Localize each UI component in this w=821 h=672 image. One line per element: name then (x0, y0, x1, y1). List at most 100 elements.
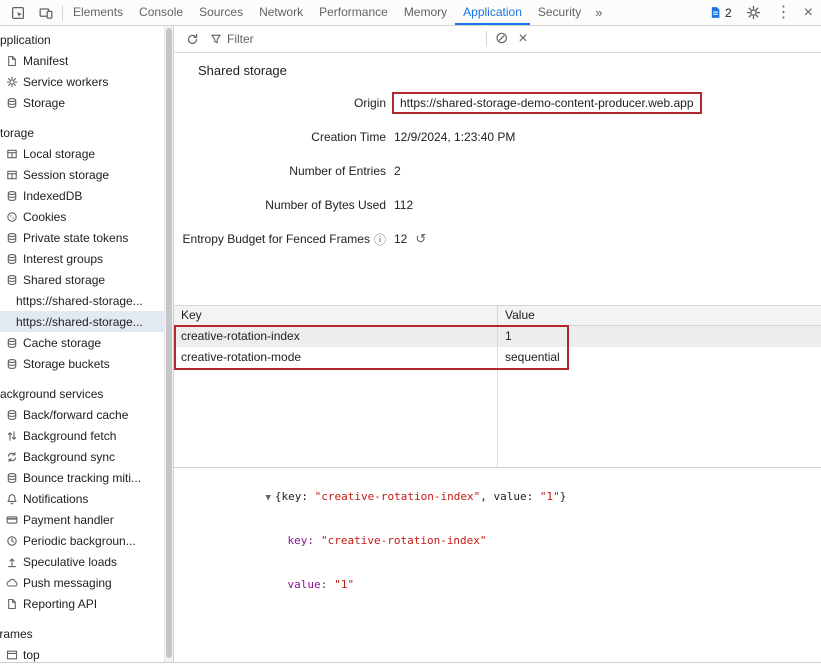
item-label: Manifest (23, 54, 68, 68)
content-toolbar: ⊘ × (174, 26, 821, 53)
filter-input[interactable] (227, 32, 478, 46)
refresh-icon (186, 33, 199, 46)
funnel-icon (210, 33, 222, 45)
tab-memory[interactable]: Memory (396, 0, 455, 25)
field-row-origin: Origin https://shared-storage-demo-conte… (174, 86, 821, 120)
sidebar-item-shared-storage-origin-2[interactable]: https://shared-storage... (0, 311, 164, 332)
device-toolbar-button[interactable] (36, 3, 56, 23)
scrollbar-thumb[interactable] (166, 28, 172, 658)
tab-elements[interactable]: Elements (65, 0, 131, 25)
sidebar-item-push-messaging[interactable]: Push messaging (0, 572, 164, 593)
column-header-value[interactable]: Value (498, 306, 821, 325)
sidebar-item-bounce-tracking-mitigations[interactable]: Bounce tracking miti... (0, 467, 164, 488)
sidebar-item-background-fetch[interactable]: Background fetch (0, 425, 164, 446)
sidebar-scrollbar[interactable] (164, 26, 173, 672)
tab-application[interactable]: Application (455, 0, 530, 25)
item-label: Shared storage (23, 273, 105, 287)
sidebar-item-storage-buckets[interactable]: Storage buckets (0, 353, 164, 374)
entry-preview-pane: ▼{key: "creative-rotation-index", value:… (174, 468, 821, 607)
sidebar-item-interest-groups[interactable]: Interest groups (0, 248, 164, 269)
cloud-icon (6, 577, 18, 589)
section-title-background-services: Background services (0, 384, 164, 404)
tab-network[interactable]: Network (251, 0, 311, 25)
sidebar-item-shared-storage-origin-1[interactable]: https://shared-storage... (0, 290, 164, 311)
item-label: Session storage (23, 168, 109, 182)
cell-key: creative-rotation-index (174, 326, 498, 347)
sidebar-item-service-workers[interactable]: Service workers (0, 71, 164, 92)
close-devtools-button[interactable]: × (804, 5, 813, 21)
tab-performance[interactable]: Performance (311, 0, 396, 25)
more-tabs-button[interactable]: » (589, 0, 608, 25)
filter-field (210, 32, 478, 46)
clear-all-button[interactable]: ⊘ (495, 31, 508, 47)
settings-button[interactable] (744, 3, 764, 23)
sidebar-item-background-sync[interactable]: Background sync (0, 446, 164, 467)
item-label: https://shared-storage... (16, 294, 143, 308)
inspect-element-button[interactable] (8, 3, 28, 23)
refresh-button[interactable] (182, 29, 202, 49)
messages-icon (709, 6, 722, 19)
sidebar-item-reporting-api[interactable]: Reporting API (0, 593, 164, 614)
console-messages-badge[interactable]: 2 (709, 6, 732, 20)
sidebar-item-payment-handler[interactable]: Payment handler (0, 509, 164, 530)
cell-key: creative-rotation-mode (174, 347, 498, 368)
updown-arrows-icon (6, 430, 18, 442)
document-icon (6, 55, 18, 67)
sidebar-item-shared-storage[interactable]: Shared storage (0, 269, 164, 290)
storage-items-table: Key Value creative-rotation-index 1 crea… (174, 305, 821, 468)
sidebar-item-storage[interactable]: Storage (0, 92, 164, 113)
database-icon (6, 97, 18, 109)
sidebar-item-indexeddb[interactable]: IndexedDB (0, 185, 164, 206)
item-label: Payment handler (23, 513, 114, 527)
item-label: Background sync (23, 450, 115, 464)
database-icon (6, 190, 18, 202)
gear-icon (746, 5, 761, 20)
sidebar-item-manifest[interactable]: Manifest (0, 50, 164, 71)
sidebar-item-back-forward-cache[interactable]: Back/forward cache (0, 404, 164, 425)
sidebar-item-notifications[interactable]: Notifications (0, 488, 164, 509)
sidebar-item-cookies[interactable]: Cookies (0, 206, 164, 227)
info-icon[interactable]: ⓘ (374, 231, 386, 248)
field-value-creation-time: 12/9/2024, 1:23:40 PM (394, 130, 515, 144)
preview-string: "creative-rotation-index" (315, 490, 481, 503)
expander-icon[interactable]: ▼ (265, 493, 270, 503)
table-row[interactable]: creative-rotation-mode sequential (174, 347, 821, 368)
table-row[interactable]: creative-rotation-index 1 (174, 326, 821, 347)
table-header-row: Key Value (174, 305, 821, 326)
tab-console[interactable]: Console (131, 0, 191, 25)
sidebar-item-cache-storage[interactable]: Cache storage (0, 332, 164, 353)
gear-icon (6, 76, 18, 88)
kebab-menu-button[interactable]: ⋮ (776, 5, 792, 21)
database-icon (6, 358, 18, 370)
item-label: Bounce tracking miti... (23, 471, 141, 485)
field-label: Entropy Budget for Fenced Frames (183, 232, 370, 246)
item-label: Storage buckets (23, 357, 110, 371)
sidebar-item-session-storage[interactable]: Session storage (0, 164, 164, 185)
field-row-entropy-budget: Entropy Budget for Fenced Frames ⓘ 12 ↺ (174, 222, 821, 256)
tab-security[interactable]: Security (530, 0, 589, 25)
devices-icon (39, 6, 53, 20)
cell-value: 1 (498, 326, 821, 347)
field-row-bytes-used: Number of Bytes Used 112 (174, 188, 821, 222)
item-label: Notifications (23, 492, 88, 506)
preview-text: } (560, 490, 567, 503)
preview-summary-line: ▼{key: "creative-rotation-index", value:… (186, 475, 821, 520)
section-title-storage: Storage (0, 123, 164, 143)
reset-budget-icon[interactable]: ↺ (415, 231, 426, 247)
sidebar-item-local-storage[interactable]: Local storage (0, 143, 164, 164)
delete-selected-button[interactable]: × (518, 31, 527, 47)
inspect-icon (11, 6, 25, 20)
sidebar-item-private-state-tokens[interactable]: Private state tokens (0, 227, 164, 248)
item-label: Interest groups (23, 252, 103, 266)
field-label: Origin (354, 96, 386, 110)
sidebar-item-periodic-background-sync[interactable]: Periodic backgroun... (0, 530, 164, 551)
item-label: Local storage (23, 147, 95, 161)
item-label: Storage (23, 96, 65, 110)
database-icon (6, 253, 18, 265)
column-divider (497, 368, 498, 467)
tab-sources[interactable]: Sources (191, 0, 251, 25)
sidebar-item-speculative-loads[interactable]: Speculative loads (0, 551, 164, 572)
column-header-key[interactable]: Key (174, 306, 498, 325)
property-name: value: (287, 578, 327, 591)
clock-icon (6, 535, 18, 547)
